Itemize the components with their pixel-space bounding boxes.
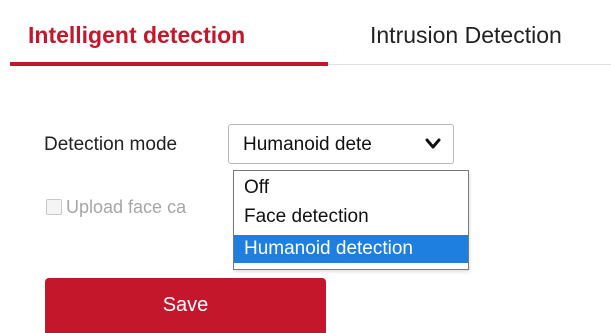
detection-mode-select[interactable]: Humanoid dete (228, 124, 454, 164)
option-humanoid-detection[interactable]: Humanoid detection (234, 235, 468, 263)
tab-bar-divider (328, 64, 611, 65)
option-face-detection[interactable]: Face detection (234, 203, 468, 231)
active-tab-indicator (10, 62, 328, 66)
tab-intrusion-detection[interactable]: Intrusion Detection (370, 20, 562, 50)
tab-bar: Intelligent detection Intrusion Detectio… (0, 0, 611, 68)
upload-face-label: Upload face ca (66, 197, 187, 217)
detection-mode-dropdown: Off Face detection Humanoid detection (233, 170, 469, 270)
detection-mode-label: Detection mode (44, 134, 178, 155)
chevron-down-icon (425, 138, 441, 149)
save-button[interactable]: Save (45, 278, 326, 333)
option-off[interactable]: Off (234, 174, 468, 202)
upload-face-checkbox[interactable] (46, 199, 62, 215)
tab-intelligent-detection[interactable]: Intelligent detection (28, 20, 245, 50)
detection-mode-selected-value: Humanoid dete (243, 134, 372, 155)
